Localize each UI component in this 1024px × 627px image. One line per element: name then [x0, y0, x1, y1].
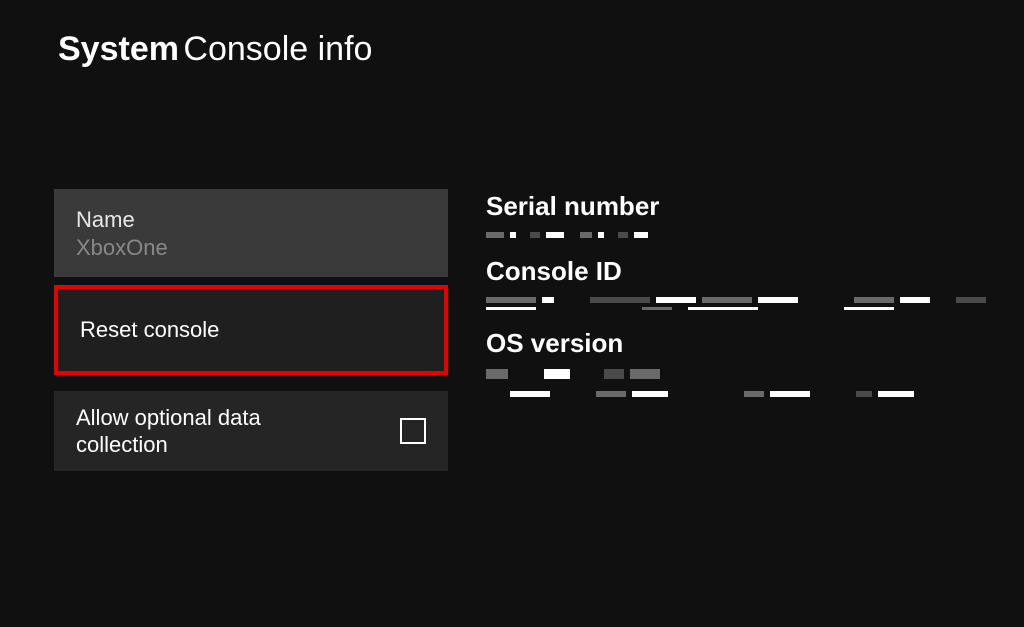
- allow-data-collection-tile[interactable]: Allow optional data collection: [54, 391, 448, 471]
- allow-data-collection-checkbox[interactable]: [400, 418, 426, 444]
- console-name-tile[interactable]: Name XboxOne: [54, 189, 448, 277]
- os-version-block: OS version: [486, 328, 986, 397]
- console-name-label: Name: [76, 207, 135, 233]
- console-id-value-redacted-2: [486, 307, 986, 310]
- os-version-value-redacted-1: [486, 369, 986, 379]
- os-version-value-redacted-2: [486, 391, 986, 397]
- serial-number-block: Serial number: [486, 191, 986, 238]
- content-area: Name XboxOne Reset console Allow optiona…: [0, 69, 1024, 479]
- console-id-value-redacted: [486, 297, 986, 303]
- console-id-label: Console ID: [486, 256, 986, 287]
- info-column: Serial number Console ID: [454, 189, 986, 479]
- settings-column: Name XboxOne Reset console Allow optiona…: [54, 189, 454, 479]
- header-title: Console info: [183, 30, 372, 68]
- serial-number-label: Serial number: [486, 191, 986, 222]
- console-id-block: Console ID: [486, 256, 986, 310]
- serial-number-value-redacted: [486, 232, 986, 238]
- header-section: System: [58, 30, 179, 68]
- reset-console-button[interactable]: Reset console: [54, 285, 448, 375]
- page-header: System Console info: [0, 0, 1024, 69]
- console-name-value: XboxOne: [76, 235, 168, 261]
- os-version-label: OS version: [486, 328, 986, 359]
- reset-console-label: Reset console: [80, 317, 219, 343]
- allow-data-collection-label: Allow optional data collection: [76, 404, 356, 459]
